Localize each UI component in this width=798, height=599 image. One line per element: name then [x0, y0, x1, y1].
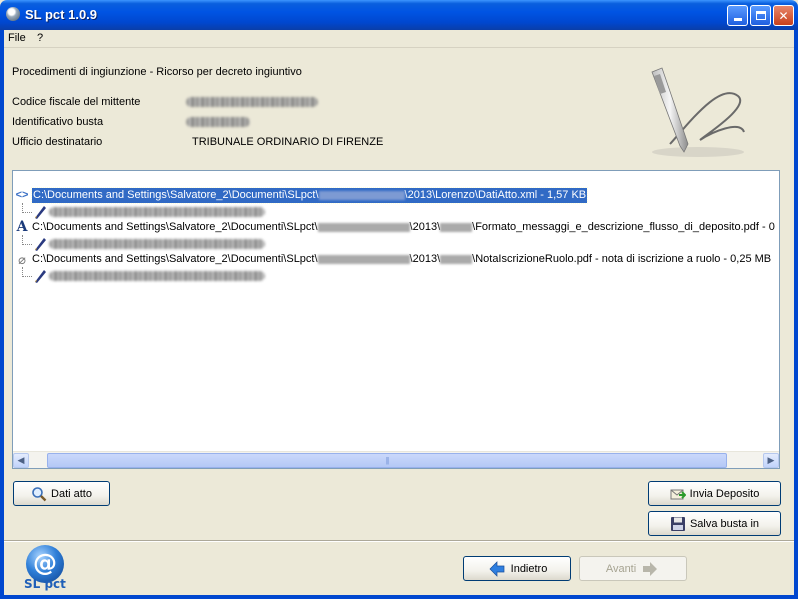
horizontal-scrollbar[interactable]: ◀ ||| ▶	[13, 451, 779, 468]
avanti-label: Avanti	[605, 562, 637, 575]
tree-connector	[22, 244, 32, 245]
path-tail: \Formato_messaggi_e_descrizione_flusso_d…	[472, 221, 775, 233]
maximize-button[interactable]	[750, 5, 771, 26]
floppy-disk-icon	[670, 516, 685, 531]
dati-atto-label: Dati atto	[51, 487, 92, 500]
redacted-envelope-id	[186, 117, 250, 127]
minimize-button[interactable]	[727, 5, 748, 26]
path-suffix: \2013\Lorenzo\DatiAtto.xml - 1,57 KB	[404, 189, 587, 201]
menu-file[interactable]: File	[8, 32, 26, 44]
indietro-button[interactable]: Indietro	[463, 556, 571, 581]
font-a-icon: A	[16, 219, 28, 235]
redacted-folder	[317, 222, 410, 232]
logo-text: SL pct	[24, 577, 66, 591]
scroll-right-button[interactable]: ▶	[763, 453, 779, 468]
close-button[interactable]: ✕	[773, 5, 794, 26]
arrow-right-icon: ▶	[767, 455, 775, 465]
indietro-label: Indietro	[510, 562, 548, 575]
envelope-id-label: Identificativo busta	[12, 116, 104, 128]
path-prefix: C:\Documents and Settings\Salvatore_2\Do…	[32, 221, 318, 233]
magnifier-icon	[32, 486, 47, 501]
signature-pen-icon	[35, 206, 46, 219]
dati-atto-button[interactable]: Dati atto	[13, 481, 110, 506]
paperclip-icon: ⌀	[18, 252, 26, 267]
scroll-left-button[interactable]: ◀	[13, 453, 29, 468]
menu-help[interactable]: ?	[37, 32, 43, 44]
xml-code-icon: <>	[15, 189, 29, 201]
path-prefix: C:\Documents and Settings\Salvatore_2\Do…	[33, 189, 319, 201]
title-bar[interactable]: SL pct 1.0.9 ✕	[0, 0, 798, 30]
invia-deposito-button[interactable]: Invia Deposito	[648, 481, 781, 506]
file-path[interactable]: C:\Documents and Settings\Salvatore_2\Do…	[32, 252, 771, 267]
scroll-thumb[interactable]: |||	[47, 453, 727, 468]
tree-connector	[22, 276, 32, 277]
signature-pen-icon	[35, 270, 46, 283]
invia-deposito-label: Invia Deposito	[689, 487, 760, 500]
path-suffix: \2013\	[409, 253, 441, 265]
redacted-tax-code	[186, 97, 318, 107]
redacted-signer	[49, 207, 265, 217]
procedure-title: Procedimenti di ingiunzione - Ricorso pe…	[12, 66, 302, 78]
maximize-icon	[755, 11, 766, 20]
destination-office-label: Ufficio destinatario	[12, 136, 103, 148]
tree-connector	[22, 212, 32, 213]
send-envelope-icon	[670, 489, 686, 499]
path-prefix: C:\Documents and Settings\Salvatore_2\Do…	[32, 253, 318, 265]
avanti-button[interactable]: Avanti	[579, 556, 687, 581]
file-tree[interactable]: <> C:\Documents and Settings\Salvatore_2…	[12, 170, 780, 469]
arrow-left-icon	[489, 560, 504, 577]
bottom-separator	[4, 540, 794, 542]
redacted-folder	[440, 254, 473, 264]
minimize-icon	[733, 18, 742, 21]
window-frame-left	[0, 30, 4, 599]
arrow-left-icon: ◀	[17, 455, 25, 465]
file-path[interactable]: C:\Documents and Settings\Salvatore_2\Do…	[32, 220, 775, 235]
redacted-folder	[318, 190, 405, 200]
window-title: SL pct 1.0.9	[25, 7, 98, 22]
window-frame-bottom	[0, 595, 798, 599]
close-icon: ✕	[778, 8, 789, 23]
file-path[interactable]: C:\Documents and Settings\Salvatore_2\Do…	[30, 187, 589, 204]
redacted-folder	[440, 222, 473, 232]
grip-icon: |||	[385, 456, 389, 465]
arrow-right-icon	[643, 561, 658, 576]
menu-bar: File ?	[4, 30, 794, 48]
window-frame-right	[794, 30, 798, 599]
path-tail: \NotaIscrizioneRuolo.pdf - nota di iscri…	[472, 253, 772, 265]
salva-busta-label: Salva busta in	[689, 517, 760, 530]
sender-tax-code-label: Codice fiscale del mittente	[12, 96, 141, 108]
redacted-folder	[317, 254, 410, 264]
salva-busta-button[interactable]: Salva busta in	[648, 511, 781, 536]
signature-pen-icon	[35, 238, 46, 251]
signature-pen-icon	[651, 67, 745, 157]
path-suffix: \2013\	[409, 221, 441, 233]
sl-pct-logo: @ SL pct	[22, 545, 72, 591]
app-icon	[6, 7, 20, 21]
redacted-signer	[49, 239, 265, 249]
redacted-signer	[49, 271, 265, 281]
destination-office-value: TRIBUNALE ORDINARIO DI FIRENZE	[192, 136, 384, 148]
